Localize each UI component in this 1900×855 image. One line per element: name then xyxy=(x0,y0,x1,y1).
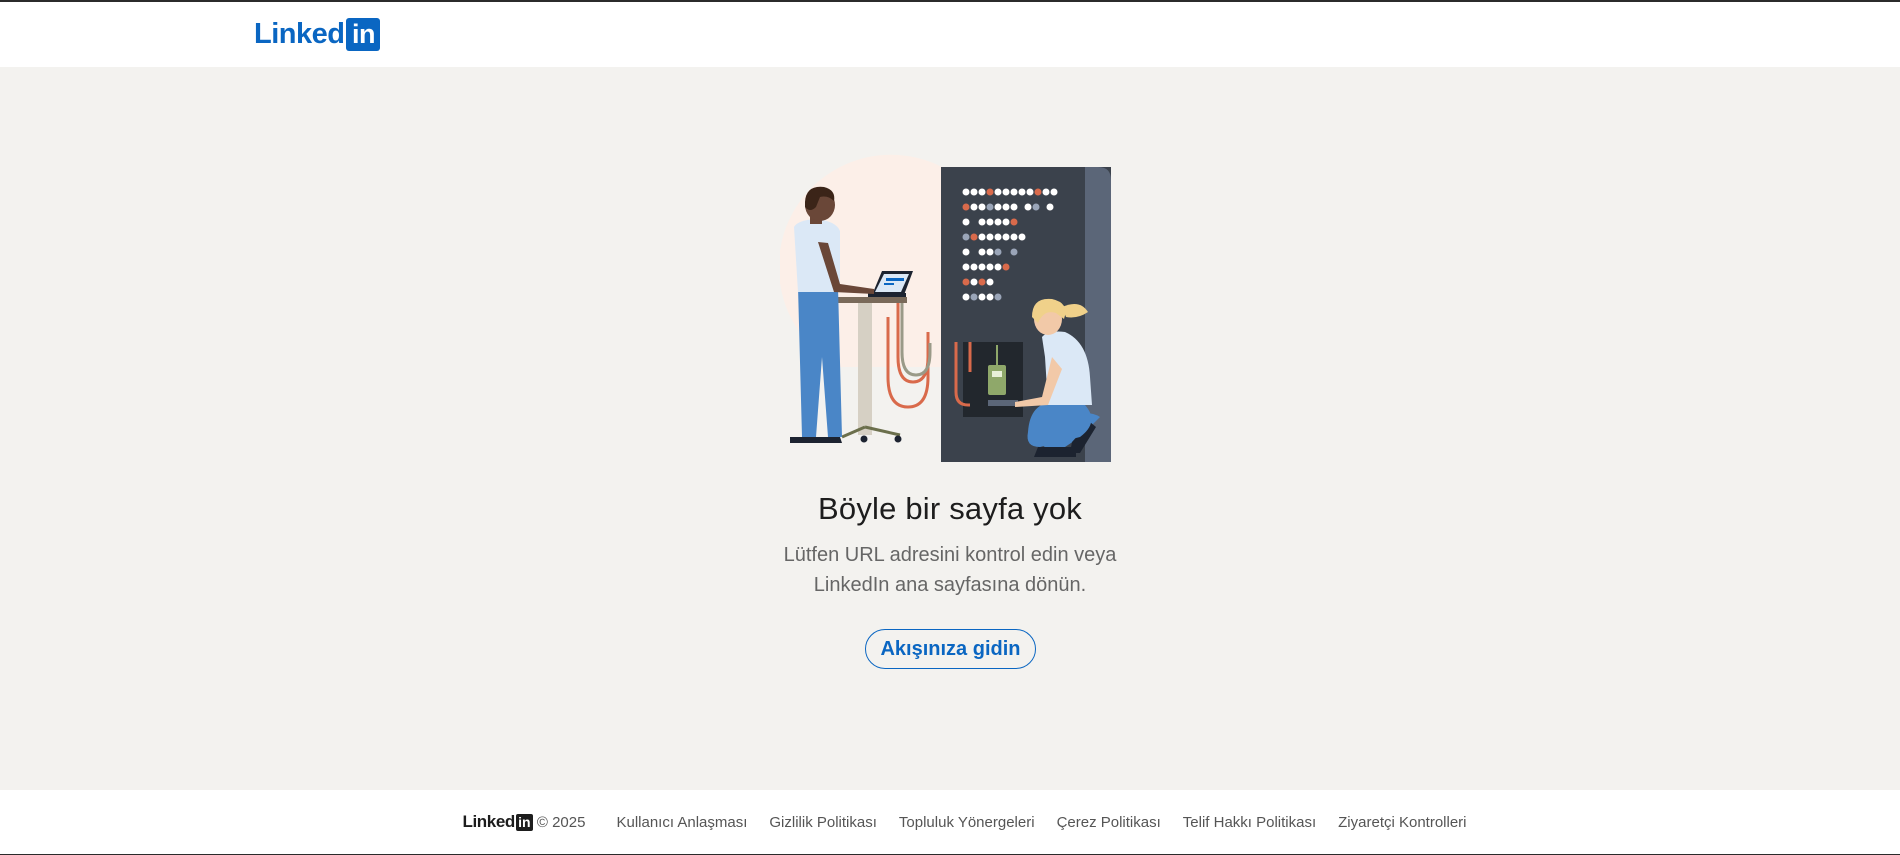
footer-linkedin-logo[interactable]: Linked in xyxy=(462,812,533,832)
go-to-feed-button[interactable]: Akışınıza gidin xyxy=(865,629,1036,669)
page-title: Böyle bir sayfa yok xyxy=(818,491,1082,526)
footer-link-community-guidelines[interactable]: Topluluk Yönergeleri xyxy=(899,814,1035,831)
subtitle-line-2: LinkedIn ana sayfasına dönün. xyxy=(813,574,1087,596)
footer-logo-in-icon: in xyxy=(515,813,533,831)
page-subtitle: Lütfen URL adresini kontrol edin veya Li… xyxy=(750,540,1150,600)
logo-in-icon: in xyxy=(346,18,381,51)
footer-link-guest-controls[interactable]: Ziyaretçi Kontrolleri xyxy=(1338,814,1466,831)
footer-link-cookie-policy[interactable]: Çerez Politikası xyxy=(1057,814,1161,831)
subtitle-line-1: Lütfen URL adresini kontrol edin veya xyxy=(783,544,1117,566)
footer: Linked in © 2025 Kullanıcı Anlaşması Giz… xyxy=(0,790,1900,854)
logo-wordmark: Linked xyxy=(254,18,345,50)
top-header: Linked in xyxy=(0,2,1900,67)
footer-logo-wordmark: Linked xyxy=(462,812,515,831)
main-content: Böyle bir sayfa yok Lütfen URL adresini … xyxy=(0,67,1900,790)
footer-link-copyright-policy[interactable]: Telif Hakkı Politikası xyxy=(1183,814,1316,831)
copyright-text: © 2025 xyxy=(536,813,586,831)
linkedin-logo[interactable]: Linked in xyxy=(254,18,381,51)
footer-link-privacy-policy[interactable]: Gizlilik Politikası xyxy=(769,814,877,831)
server-room-illustration xyxy=(780,154,1111,462)
footer-link-user-agreement[interactable]: Kullanıcı Anlaşması xyxy=(616,814,747,831)
